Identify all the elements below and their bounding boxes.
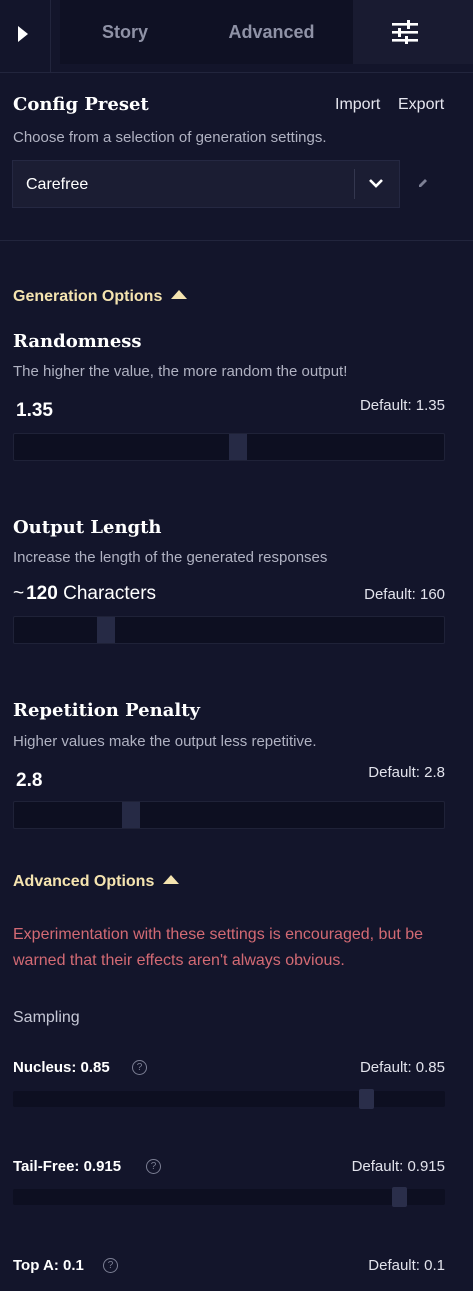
- config-preset-title: Config Preset: [13, 94, 149, 115]
- nucleus-help-icon[interactable]: ?: [132, 1060, 147, 1075]
- chevron-down-icon: [369, 179, 383, 188]
- output-length-prefix: ~: [13, 583, 25, 604]
- tail-free-default: Default: 0.915: [351, 1158, 445, 1175]
- edit-preset-button[interactable]: [401, 160, 447, 208]
- top-a-default: Default: 0.1: [368, 1257, 445, 1274]
- caret-up-icon: [163, 875, 180, 884]
- generation-options-toggle[interactable]: Generation Options: [13, 288, 188, 306]
- export-link[interactable]: Export: [398, 96, 444, 114]
- nucleus-slider[interactable]: [13, 1089, 445, 1109]
- repetition-penalty-slider[interactable]: [13, 801, 445, 829]
- config-preset-description: Choose from a selection of generation se…: [13, 129, 327, 146]
- randomness-slider-thumb[interactable]: [229, 434, 247, 460]
- tail-free-help-icon[interactable]: ?: [146, 1159, 161, 1174]
- tail-free-slider[interactable]: [13, 1187, 445, 1207]
- output-length-unit: Characters: [63, 583, 157, 604]
- top-bar: Story Advanced: [0, 0, 473, 73]
- sidebar-toggle-button[interactable]: [0, 0, 51, 72]
- output-length-slider[interactable]: [13, 616, 445, 644]
- select-divider: [354, 169, 355, 199]
- output-length-value-group: ~120 Characters: [13, 583, 156, 605]
- output-length-title: Output Length: [13, 517, 162, 538]
- top-a-label-group: Top A: 0.1: [13, 1257, 84, 1274]
- import-link[interactable]: Import: [335, 96, 380, 114]
- sliders-icon: [392, 20, 418, 44]
- advanced-options-toggle[interactable]: Advanced Options: [13, 873, 180, 891]
- preset-select[interactable]: Carefree: [12, 160, 400, 208]
- top-a-help-icon[interactable]: ?: [103, 1258, 118, 1273]
- nucleus-label-group: Nucleus: 0.85: [13, 1059, 110, 1076]
- nucleus-default: Default: 0.85: [359, 1059, 445, 1076]
- randomness-value: 1.35: [16, 400, 53, 421]
- tab-story[interactable]: Story: [60, 0, 190, 64]
- tail-free-slider-thumb[interactable]: [392, 1187, 407, 1207]
- output-length-description: Increase the length of the generated res…: [13, 549, 328, 566]
- repetition-penalty-description: Higher values make the output less repet…: [13, 733, 317, 750]
- tab-advanced[interactable]: Advanced: [190, 0, 353, 64]
- sampling-label: Sampling: [13, 1009, 80, 1026]
- nucleus-value: 0.85: [80, 1059, 110, 1076]
- output-length-value: 120: [26, 583, 58, 604]
- randomness-default: Default: 1.35: [359, 397, 445, 414]
- pencil-icon: [419, 179, 427, 187]
- nucleus-label: Nucleus:: [13, 1059, 77, 1076]
- tab-settings[interactable]: [353, 0, 473, 64]
- section-divider: [0, 240, 473, 241]
- randomness-slider[interactable]: [13, 433, 445, 461]
- repetition-penalty-value: 2.8: [16, 770, 43, 791]
- tail-free-label-group: Tail-Free: 0.915: [13, 1158, 121, 1175]
- output-length-slider-thumb[interactable]: [97, 617, 115, 643]
- play-icon: [18, 26, 28, 42]
- advanced-warning-text: Experimentation with these settings is e…: [13, 926, 424, 969]
- repetition-penalty-title: Repetition Penalty: [13, 700, 200, 721]
- tail-free-value: 0.915: [83, 1158, 122, 1175]
- nucleus-slider-thumb[interactable]: [359, 1089, 374, 1109]
- tail-free-label: Tail-Free:: [13, 1158, 80, 1175]
- randomness-title: Randomness: [13, 331, 142, 352]
- randomness-description: The higher the value, the more random th…: [13, 363, 348, 380]
- tab-bar: Story Advanced: [60, 0, 473, 64]
- repetition-penalty-slider-thumb[interactable]: [122, 802, 140, 828]
- preset-selected-value: Carefree: [26, 176, 89, 193]
- output-length-default: Default: 160: [364, 586, 445, 603]
- caret-up-icon: [171, 290, 188, 299]
- advanced-options-label: Advanced Options: [13, 873, 155, 890]
- generation-options-label: Generation Options: [13, 288, 163, 305]
- repetition-penalty-default: Default: 2.8: [368, 764, 445, 781]
- top-a-value: 0.1: [63, 1257, 84, 1274]
- top-a-label: Top A:: [13, 1257, 59, 1274]
